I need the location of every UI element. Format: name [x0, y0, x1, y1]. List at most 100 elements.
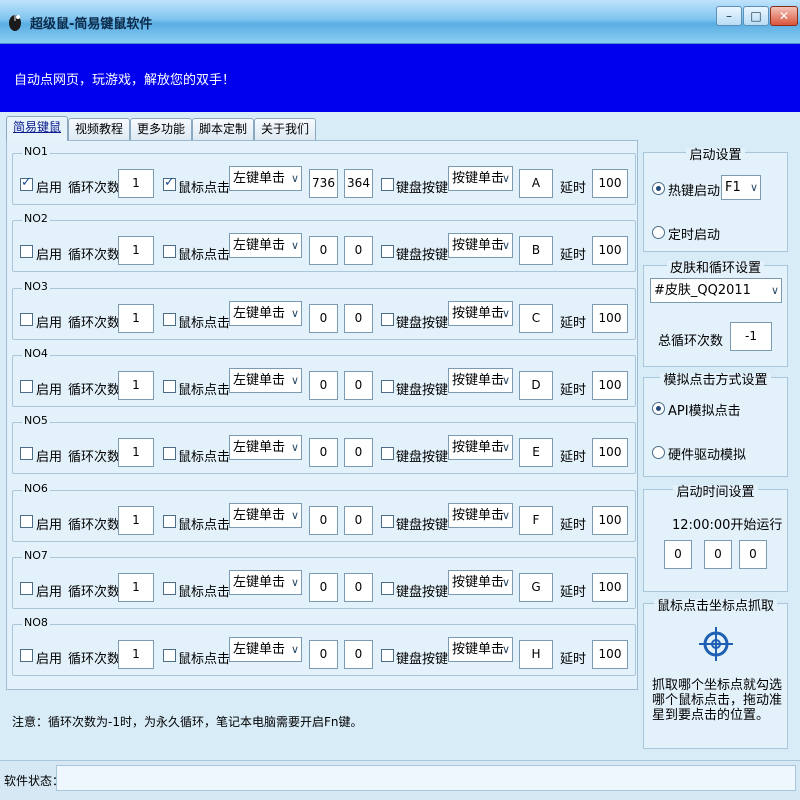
keyboard-press-checkbox[interactable]: [381, 649, 394, 662]
delay-input[interactable]: 100: [592, 640, 628, 669]
keyboard-press-checkbox[interactable]: [381, 515, 394, 528]
crosshair-icon[interactable]: [699, 626, 733, 662]
tab-more-features[interactable]: 更多功能: [130, 118, 192, 140]
key-action-select[interactable]: 按键单击 ∨: [448, 503, 513, 528]
tab-simple-keymouse[interactable]: 简易键鼠: [6, 116, 68, 141]
enable-checkbox[interactable]: [20, 175, 33, 191]
start-hour-input[interactable]: 0: [664, 540, 692, 569]
key-action-select[interactable]: 按键单击 ∨: [448, 637, 513, 662]
x-coordinate-input[interactable]: 736: [309, 169, 338, 198]
enable-checkbox[interactable]: [20, 447, 33, 460]
delay-input[interactable]: 100: [592, 371, 628, 400]
minimize-button[interactable]: –: [716, 6, 742, 26]
loop-count-input[interactable]: 1: [118, 236, 154, 265]
key-action-select[interactable]: 按键单击 ∨: [448, 301, 513, 326]
loop-count-input[interactable]: 1: [118, 506, 154, 535]
delay-input[interactable]: 100: [592, 573, 628, 602]
mouse-action-select[interactable]: 左键单击 ∨: [229, 166, 302, 191]
key-input[interactable]: H: [519, 640, 553, 669]
tab-video-tutorial[interactable]: 视频教程: [68, 118, 130, 140]
mouse-click-checkbox[interactable]: [163, 245, 176, 258]
y-coordinate-input[interactable]: 0: [344, 236, 373, 265]
y-coordinate-input[interactable]: 0: [344, 506, 373, 535]
mouse-action-select[interactable]: 左键单击 ∨: [229, 301, 302, 326]
total-loops-input[interactable]: -1: [730, 322, 772, 351]
enable-checkbox[interactable]: [20, 649, 33, 662]
y-coordinate-input[interactable]: 0: [344, 371, 373, 400]
mouse-action-select[interactable]: 左键单击 ∨: [229, 503, 302, 528]
mouse-click-checkbox[interactable]: [163, 380, 176, 393]
start-minute-input[interactable]: 0: [704, 540, 732, 569]
key-action-select[interactable]: 按键单击 ∨: [448, 570, 513, 595]
y-coordinate-input[interactable]: 0: [344, 304, 373, 333]
timer-start-radio[interactable]: [652, 226, 665, 239]
keyboard-press-checkbox[interactable]: [381, 380, 394, 393]
mouse-click-checkbox[interactable]: [163, 582, 176, 595]
key-input[interactable]: C: [519, 304, 553, 333]
delay-input[interactable]: 100: [592, 438, 628, 467]
start-second-input[interactable]: 0: [739, 540, 767, 569]
key-input[interactable]: F: [519, 506, 553, 535]
delay-input[interactable]: 100: [592, 304, 628, 333]
mouse-click-checkbox[interactable]: [163, 313, 176, 326]
mouse-click-checkbox[interactable]: [163, 447, 176, 460]
y-coordinate-input[interactable]: 0: [344, 573, 373, 602]
tab-about-us[interactable]: 关于我们: [254, 118, 316, 140]
delay-input[interactable]: 100: [592, 236, 628, 265]
key-action-select[interactable]: 按键单击 ∨: [448, 435, 513, 460]
y-coordinate-input[interactable]: 364: [344, 169, 373, 198]
maximize-button[interactable]: □: [743, 6, 769, 26]
key-input[interactable]: E: [519, 438, 553, 467]
x-coordinate-input[interactable]: 0: [309, 304, 338, 333]
loop-count-input[interactable]: 1: [118, 438, 154, 467]
tab-script-custom[interactable]: 脚本定制: [192, 118, 254, 140]
hardware-click-radio[interactable]: [652, 446, 665, 459]
mouse-action-select[interactable]: 左键单击 ∨: [229, 368, 302, 393]
mouse-click-checkbox[interactable]: [163, 515, 176, 528]
title-bar[interactable]: 超级鼠-简易键鼠软件 – □ ✕: [0, 0, 800, 44]
loop-count-input[interactable]: 1: [118, 304, 154, 333]
key-action-select[interactable]: 按键单击 ∨: [448, 368, 513, 393]
x-coordinate-input[interactable]: 0: [309, 506, 338, 535]
keyboard-press-checkbox[interactable]: [381, 245, 394, 258]
x-coordinate-input[interactable]: 0: [309, 236, 338, 265]
loop-count-input[interactable]: 1: [118, 371, 154, 400]
keyboard-press-checkbox[interactable]: [381, 178, 394, 191]
loop-count-input[interactable]: 1: [118, 640, 154, 669]
skin-select[interactable]: #皮肤_QQ2011 ∨: [650, 278, 782, 303]
close-button[interactable]: ✕: [770, 6, 798, 26]
key-action-select[interactable]: 按键单击 ∨: [448, 166, 513, 191]
keyboard-press-checkbox[interactable]: [381, 447, 394, 460]
x-coordinate-input[interactable]: 0: [309, 371, 338, 400]
mouse-action-select[interactable]: 左键单击 ∨: [229, 637, 302, 662]
y-coordinate-input[interactable]: 0: [344, 640, 373, 669]
mouse-action-select[interactable]: 左键单击 ∨: [229, 233, 302, 258]
y-coordinate-input[interactable]: 0: [344, 438, 373, 467]
mouse-click-checkbox[interactable]: [163, 649, 176, 662]
api-click-radio[interactable]: [652, 402, 665, 415]
x-coordinate-input[interactable]: 0: [309, 573, 338, 602]
loop-count-input[interactable]: 1: [118, 169, 154, 198]
hotkey-select[interactable]: F1 ∨: [721, 175, 761, 200]
key-input[interactable]: B: [519, 236, 553, 265]
enable-checkbox[interactable]: [20, 313, 33, 326]
enable-checkbox[interactable]: [20, 582, 33, 595]
key-input[interactable]: D: [519, 371, 553, 400]
keyboard-press-checkbox[interactable]: [381, 313, 394, 326]
key-input[interactable]: A: [519, 169, 553, 198]
key-input[interactable]: G: [519, 573, 553, 602]
mouse-click-checkbox[interactable]: [163, 175, 176, 191]
mouse-action-select[interactable]: 左键单击 ∨: [229, 570, 302, 595]
enable-checkbox[interactable]: [20, 380, 33, 393]
hotkey-start-radio[interactable]: [652, 182, 665, 195]
loop-count-input[interactable]: 1: [118, 573, 154, 602]
delay-input[interactable]: 100: [592, 169, 628, 198]
delay-input[interactable]: 100: [592, 506, 628, 535]
key-action-select[interactable]: 按键单击 ∨: [448, 233, 513, 258]
keyboard-press-checkbox[interactable]: [381, 582, 394, 595]
enable-checkbox[interactable]: [20, 515, 33, 528]
enable-checkbox[interactable]: [20, 245, 33, 258]
mouse-action-select[interactable]: 左键单击 ∨: [229, 435, 302, 460]
x-coordinate-input[interactable]: 0: [309, 438, 338, 467]
x-coordinate-input[interactable]: 0: [309, 640, 338, 669]
